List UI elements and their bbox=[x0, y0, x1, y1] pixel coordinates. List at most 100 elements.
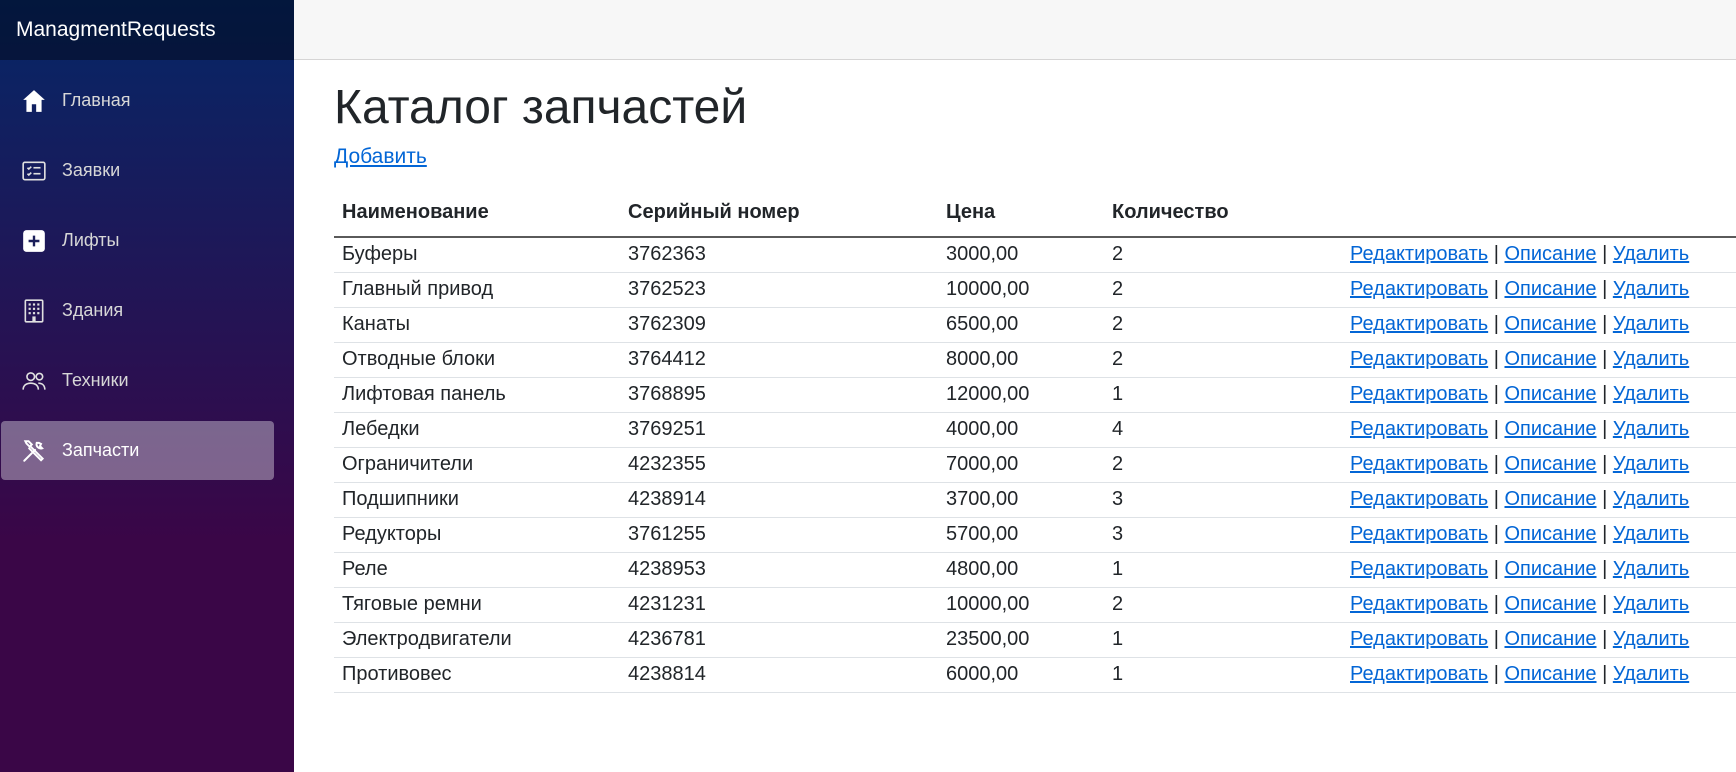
delete-link[interactable]: Удалить bbox=[1613, 523, 1689, 545]
edit-link[interactable]: Редактировать bbox=[1350, 558, 1488, 580]
header-price: Цена bbox=[938, 192, 1104, 238]
cell-qty: 1 bbox=[1104, 377, 1342, 413]
cell-name: Канаты bbox=[334, 307, 620, 343]
delete-link[interactable]: Удалить bbox=[1613, 558, 1689, 580]
cell-serial: 3768895 bbox=[620, 377, 938, 413]
cell-name: Лифтовая панель bbox=[334, 377, 620, 413]
building-icon bbox=[21, 298, 47, 324]
cell-qty: 2 bbox=[1104, 587, 1342, 623]
home-icon bbox=[21, 88, 47, 114]
action-separator: | bbox=[1602, 418, 1608, 441]
sidebar-item-building[interactable]: Здания bbox=[1, 281, 274, 340]
action-separator: | bbox=[1493, 348, 1499, 371]
details-link[interactable]: Описание bbox=[1504, 243, 1596, 265]
edit-link[interactable]: Редактировать bbox=[1350, 523, 1488, 545]
cell-price: 3000,00 bbox=[938, 236, 1104, 273]
action-separator: | bbox=[1493, 488, 1499, 511]
table-row: Редукторы 3761255 5700,00 3 Редактировать | … bbox=[334, 517, 1736, 553]
cell-serial: 4231231 bbox=[620, 587, 938, 623]
action-separator: | bbox=[1602, 663, 1608, 686]
details-link[interactable]: Описание bbox=[1504, 593, 1596, 615]
cell-name: Главный привод bbox=[334, 272, 620, 308]
edit-link[interactable]: Редактировать bbox=[1350, 593, 1488, 615]
cell-qty: 1 bbox=[1104, 552, 1342, 588]
cell-qty: 4 bbox=[1104, 412, 1342, 448]
details-link[interactable]: Описание bbox=[1504, 663, 1596, 685]
app-root: ManagmentRequests Главная Заявки Лифты Здан… bbox=[0, 0, 1736, 772]
action-separator: | bbox=[1602, 313, 1608, 336]
details-link[interactable]: Описание bbox=[1504, 523, 1596, 545]
edit-link[interactable]: Редактировать bbox=[1350, 313, 1488, 335]
sidebar-item-people[interactable]: Техники bbox=[1, 351, 274, 410]
cell-qty: 1 bbox=[1104, 622, 1342, 658]
table-row: Реле 4238953 4800,00 1 Редактировать | Описа… bbox=[334, 552, 1736, 588]
delete-link[interactable]: Удалить bbox=[1613, 348, 1689, 370]
edit-link[interactable]: Редактировать bbox=[1350, 278, 1488, 300]
sidebar-item-home[interactable]: Главная bbox=[1, 71, 274, 130]
action-separator: | bbox=[1493, 663, 1499, 686]
cell-name: Противовес bbox=[334, 657, 620, 693]
plus-square-icon bbox=[21, 228, 47, 254]
sidebar-item-label: Запчасти bbox=[62, 440, 140, 460]
row-actions: Редактировать | Описание | Удалить bbox=[1342, 236, 1736, 273]
delete-link[interactable]: Удалить bbox=[1613, 488, 1689, 510]
cell-price: 10000,00 bbox=[938, 587, 1104, 623]
cell-price: 8000,00 bbox=[938, 342, 1104, 378]
action-separator: | bbox=[1602, 593, 1608, 616]
edit-link[interactable]: Редактировать bbox=[1350, 383, 1488, 405]
delete-link[interactable]: Удалить bbox=[1613, 628, 1689, 650]
brand-title[interactable]: ManagmentRequests bbox=[0, 0, 294, 60]
table-row: Тяговые ремни 4231231 10000,00 2 Редактирова… bbox=[334, 587, 1736, 623]
row-actions: Редактировать | Описание | Удалить bbox=[1342, 587, 1736, 623]
details-link[interactable]: Описание bbox=[1504, 453, 1596, 475]
delete-link[interactable]: Удалить bbox=[1613, 593, 1689, 615]
row-actions: Редактировать | Описание | Удалить bbox=[1342, 657, 1736, 693]
row-actions: Редактировать | Описание | Удалить bbox=[1342, 377, 1736, 413]
edit-link[interactable]: Редактировать bbox=[1350, 663, 1488, 685]
cell-price: 6000,00 bbox=[938, 657, 1104, 693]
sidebar-item-list[interactable]: Заявки bbox=[1, 141, 274, 200]
edit-link[interactable]: Редактировать bbox=[1350, 628, 1488, 650]
details-link[interactable]: Описание bbox=[1504, 488, 1596, 510]
delete-link[interactable]: Удалить bbox=[1613, 313, 1689, 335]
details-link[interactable]: Описание bbox=[1504, 383, 1596, 405]
edit-link[interactable]: Редактировать bbox=[1350, 348, 1488, 370]
edit-link[interactable]: Редактировать bbox=[1350, 418, 1488, 440]
delete-link[interactable]: Удалить bbox=[1613, 663, 1689, 685]
table-row: Электродвигатели 4236781 23500,00 1 Редактир… bbox=[334, 622, 1736, 658]
edit-link[interactable]: Редактировать bbox=[1350, 488, 1488, 510]
action-separator: | bbox=[1493, 418, 1499, 441]
cell-name: Отводные блоки bbox=[334, 342, 620, 378]
details-link[interactable]: Описание bbox=[1504, 278, 1596, 300]
cell-qty: 2 bbox=[1104, 272, 1342, 308]
sidebar-item-label: Лифты bbox=[62, 230, 120, 250]
action-separator: | bbox=[1493, 523, 1499, 546]
sidebar-item-plus-square[interactable]: Лифты bbox=[1, 211, 274, 270]
add-link[interactable]: Добавить bbox=[334, 145, 427, 169]
action-separator: | bbox=[1493, 278, 1499, 301]
row-actions: Редактировать | Описание | Удалить bbox=[1342, 307, 1736, 343]
table-row: Канаты 3762309 6500,00 2 Редактировать | Опи… bbox=[334, 307, 1736, 343]
delete-link[interactable]: Удалить bbox=[1613, 383, 1689, 405]
delete-link[interactable]: Удалить bbox=[1613, 418, 1689, 440]
cell-serial: 3762523 bbox=[620, 272, 938, 308]
table-row: Буферы 3762363 3000,00 2 Редактировать | Опи… bbox=[334, 236, 1736, 273]
delete-link[interactable]: Удалить bbox=[1613, 243, 1689, 265]
delete-link[interactable]: Удалить bbox=[1613, 453, 1689, 475]
details-link[interactable]: Описание bbox=[1504, 313, 1596, 335]
details-link[interactable]: Описание bbox=[1504, 628, 1596, 650]
action-separator: | bbox=[1493, 383, 1499, 406]
edit-link[interactable]: Редактировать bbox=[1350, 243, 1488, 265]
edit-link[interactable]: Редактировать bbox=[1350, 453, 1488, 475]
action-separator: | bbox=[1493, 558, 1499, 581]
cell-price: 23500,00 bbox=[938, 622, 1104, 658]
details-link[interactable]: Описание bbox=[1504, 418, 1596, 440]
delete-link[interactable]: Удалить bbox=[1613, 278, 1689, 300]
sidebar-item-tools[interactable]: Запчасти bbox=[1, 421, 274, 480]
details-link[interactable]: Описание bbox=[1504, 558, 1596, 580]
row-actions: Редактировать | Описание | Удалить bbox=[1342, 622, 1736, 658]
details-link[interactable]: Описание bbox=[1504, 348, 1596, 370]
tools-icon bbox=[21, 438, 47, 464]
sidebar-item-label: Техники bbox=[62, 370, 129, 390]
row-actions: Редактировать | Описание | Удалить bbox=[1342, 552, 1736, 588]
